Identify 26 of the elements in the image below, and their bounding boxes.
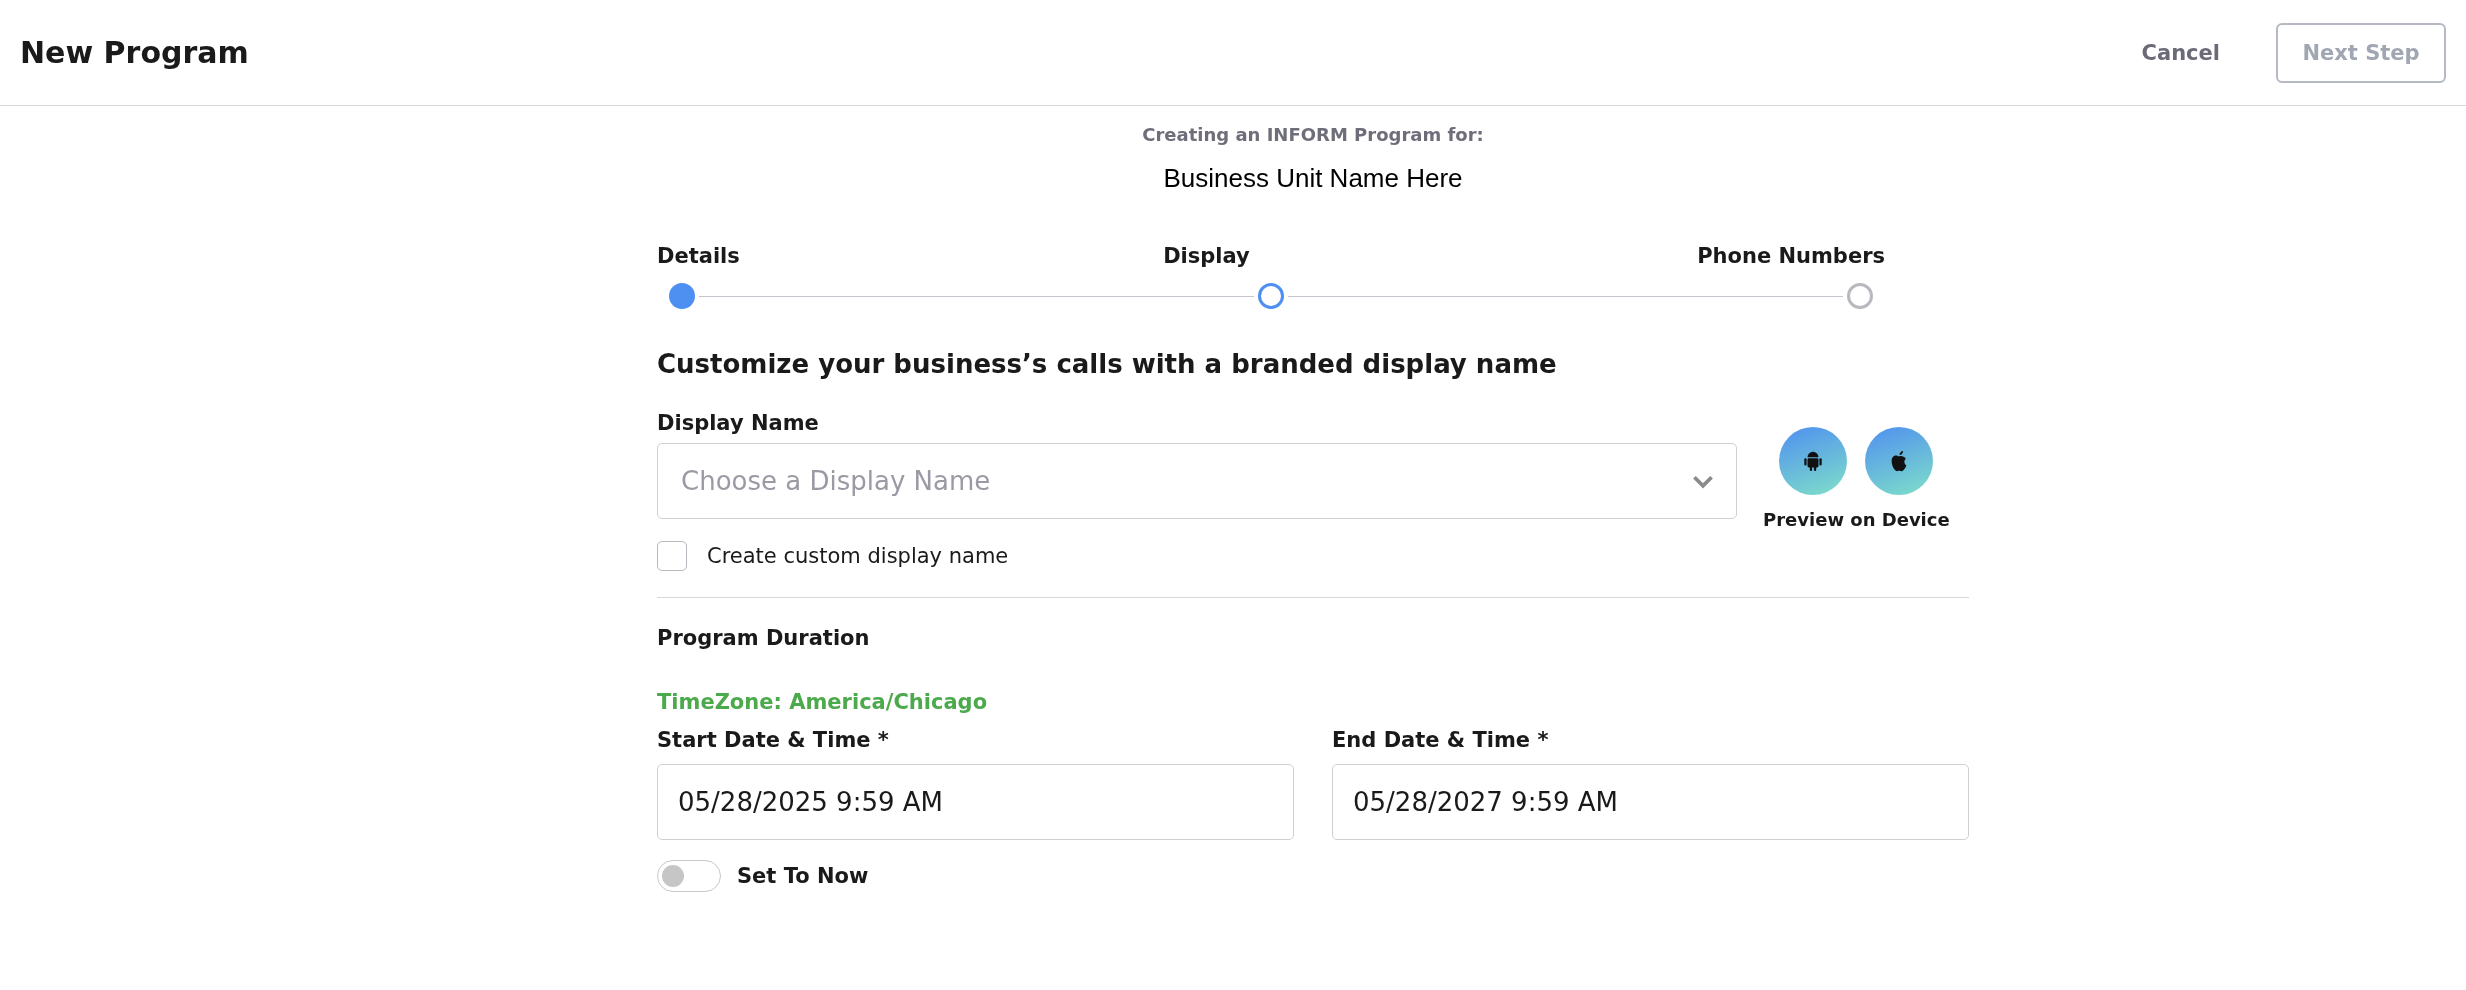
checkbox-label: Create custom display name	[707, 544, 1009, 568]
field-label: Display Name	[657, 411, 820, 435]
chevron-down-icon	[1692, 473, 1714, 489]
timezone-text: TimeZone: America/Chicago	[657, 690, 989, 714]
date-time-field[interactable]: 05/28/2025 9:59 AM	[657, 764, 1294, 840]
field-label: End Date & Time *	[1332, 728, 1550, 752]
step-label: Phone Numbers	[1697, 244, 1885, 268]
display-name-dropdown[interactable]: Choose a Display Name	[657, 443, 1737, 519]
step-indicator[interactable]	[1258, 283, 1284, 309]
context-caption: Creating an INFORM Program for:	[1141, 124, 1485, 145]
checkbox[interactable]	[657, 541, 687, 571]
field-label: Start Date & Time *	[657, 728, 890, 752]
android-robot-icon	[1802, 449, 1825, 473]
date-time-field[interactable]: 05/28/2027 9:59 AM	[1332, 764, 1969, 840]
page-title: New Program	[20, 35, 249, 70]
toggle-switch[interactable]	[657, 860, 721, 892]
step-indicator[interactable]	[1847, 283, 1873, 309]
step-label: Display	[1163, 244, 1250, 268]
section-heading: Customize your business’s calls with a branded display name	[657, 349, 1558, 379]
section-title: Program Duration	[657, 626, 871, 650]
step-indicator[interactable]	[669, 283, 695, 309]
toggle-label: Set To Now	[737, 864, 869, 888]
preview-label: Preview on Device	[1763, 509, 1950, 530]
cancel-button[interactable]: Cancel	[2131, 30, 2230, 75]
step-label: Details	[657, 244, 740, 268]
business-unit-name: Business Unit Name Here	[1162, 163, 1464, 194]
